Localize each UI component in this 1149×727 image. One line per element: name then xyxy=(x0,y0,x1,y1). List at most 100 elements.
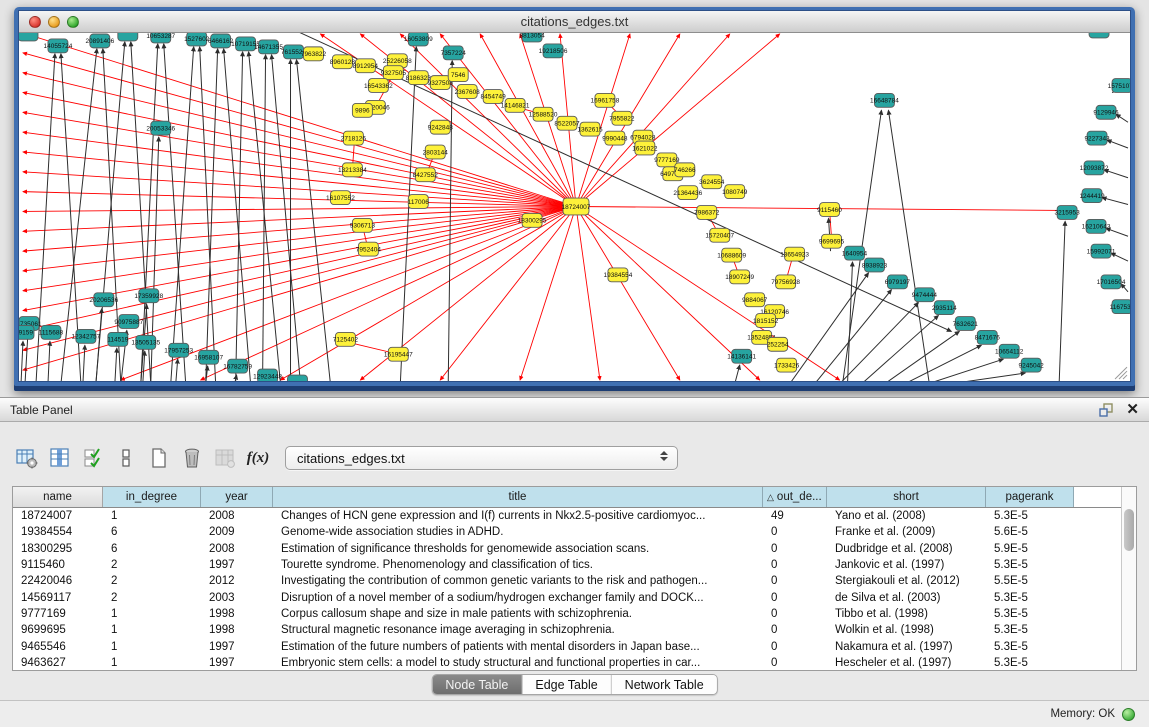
function-builder-icon[interactable]: f(x) xyxy=(245,445,271,471)
minimize-window-button[interactable] xyxy=(48,16,60,28)
close-panel-icon[interactable]: ✕ xyxy=(1126,402,1139,417)
table-cell[interactable]: Estimation of significance thresholds fo… xyxy=(273,541,763,557)
table-cell[interactable]: Corpus callosum shape and size in male p… xyxy=(273,606,763,622)
table-cell[interactable]: 5.5E-5 xyxy=(986,573,1074,589)
table-cell[interactable]: 22420046 xyxy=(13,573,103,589)
table-cell[interactable]: 1997 xyxy=(201,655,273,671)
tab-network-table[interactable]: Network Table xyxy=(612,675,717,694)
table-cell[interactable]: Franke et al. (2009) xyxy=(827,524,986,540)
table-cell[interactable]: Jankovic et al. (1997) xyxy=(827,557,986,573)
table-settings-icon[interactable] xyxy=(14,445,40,471)
close-window-button[interactable] xyxy=(29,16,41,28)
graph-edge[interactable] xyxy=(263,55,266,381)
graph-edge[interactable] xyxy=(131,42,151,381)
column-header-name[interactable]: name xyxy=(13,487,103,507)
graph-edge[interactable] xyxy=(884,331,959,381)
table-cell[interactable]: 5.3E-5 xyxy=(986,622,1074,638)
table-row[interactable]: 946362711997Embryonic stem cells: a mode… xyxy=(13,655,1136,671)
table-cell[interactable]: Structural magnetic resonance image aver… xyxy=(273,622,763,638)
table-cell[interactable]: de Silva et al. (2003) xyxy=(827,589,986,605)
table-cell[interactable]: 49 xyxy=(763,508,827,524)
graph-edge[interactable] xyxy=(23,207,576,212)
graph-edge[interactable] xyxy=(23,207,576,371)
graph-edge[interactable] xyxy=(103,49,121,381)
table-cell[interactable]: Changes of HCN gene expression and I(f) … xyxy=(273,508,763,524)
show-columns-icon[interactable] xyxy=(47,445,73,471)
table-row[interactable]: 946554611997Estimation of the future num… xyxy=(13,638,1136,654)
table-cell[interactable]: 1 xyxy=(103,655,201,671)
table-cell[interactable]: 1 xyxy=(103,638,201,654)
table-cell[interactable]: Yano et al. (2008) xyxy=(827,508,986,524)
table-cell[interactable]: 6 xyxy=(103,541,201,557)
graph-edge[interactable] xyxy=(576,207,600,381)
table-cell[interactable]: Hescheler et al. (1997) xyxy=(827,655,986,671)
memory-status-icon[interactable] xyxy=(1122,708,1135,721)
graph-edge[interactable] xyxy=(176,359,178,381)
graph-edge[interactable] xyxy=(141,44,158,381)
zoom-window-button[interactable] xyxy=(67,16,79,28)
graph-edge[interactable] xyxy=(790,273,869,381)
graph-edge[interactable] xyxy=(1059,221,1065,381)
table-cell[interactable]: 0 xyxy=(763,524,827,540)
table-cell[interactable]: 5.3E-5 xyxy=(986,655,1074,671)
table-cell[interactable]: 9699695 xyxy=(13,622,103,638)
table-cell[interactable]: 14569117 xyxy=(13,589,103,605)
column-header-in_degree[interactable]: in_degree xyxy=(103,487,201,507)
graph-node[interactable] xyxy=(118,33,138,41)
table-cell[interactable]: 5.3E-5 xyxy=(986,606,1074,622)
graph-edge[interactable] xyxy=(949,373,1025,381)
table-cell[interactable]: 2003 xyxy=(201,589,273,605)
table-cell[interactable]: Dudbridge et al. (2008) xyxy=(827,541,986,557)
table-row[interactable]: 2242004622012Investigating the contribut… xyxy=(13,573,1136,589)
table-cell[interactable]: Estimation of the future numbers of pati… xyxy=(273,638,763,654)
table-cell[interactable]: 5.3E-5 xyxy=(986,638,1074,654)
graph-edge[interactable] xyxy=(861,316,938,381)
graph-edge[interactable] xyxy=(83,345,85,381)
graph-edge[interactable] xyxy=(888,110,929,381)
column-header-out_degree[interactable]: △out_de... xyxy=(763,487,827,507)
float-window-icon[interactable] xyxy=(1099,403,1114,417)
graph-node[interactable] xyxy=(19,33,38,41)
table-cell[interactable]: 0 xyxy=(763,557,827,573)
column-header-title[interactable]: title xyxy=(273,487,763,507)
table-cell[interactable]: 0 xyxy=(763,589,827,605)
resize-grip-icon[interactable] xyxy=(1115,367,1127,379)
table-cell[interactable]: 1 xyxy=(103,622,201,638)
table-cell[interactable]: 9465546 xyxy=(13,638,103,654)
table-cell[interactable]: 9777169 xyxy=(13,606,103,622)
table-cell[interactable]: 1997 xyxy=(201,557,273,573)
table-cell[interactable]: 19384554 xyxy=(13,524,103,540)
table-cell[interactable]: 6 xyxy=(103,524,201,540)
table-cell[interactable]: Stergiakouli et al. (2012) xyxy=(827,573,986,589)
table-cell[interactable]: 9115460 xyxy=(13,557,103,573)
graph-edge[interactable] xyxy=(48,341,50,381)
table-cell[interactable]: Wolkin et al. (1998) xyxy=(827,622,986,638)
scrollbar-thumb[interactable] xyxy=(1124,509,1134,551)
column-header-year[interactable]: year xyxy=(201,487,273,507)
row-height-icon[interactable] xyxy=(113,445,139,471)
graph-edge[interactable] xyxy=(115,348,117,381)
graph-edge[interactable] xyxy=(735,365,740,381)
table-cell[interactable]: 1 xyxy=(103,508,201,524)
table-cell[interactable]: 5.3E-5 xyxy=(986,589,1074,605)
table-row[interactable]: 911546021997Tourette syndrome. Phenomeno… xyxy=(13,557,1136,573)
tab-edge-table[interactable]: Edge Table xyxy=(522,675,611,694)
graph-edge[interactable] xyxy=(281,207,576,381)
table-cell[interactable]: 2008 xyxy=(201,508,273,524)
tab-node-table[interactable]: Node Table xyxy=(432,675,522,694)
graph-edge[interactable] xyxy=(23,152,576,207)
table-cell[interactable]: 2 xyxy=(103,557,201,573)
graph-edge[interactable] xyxy=(23,132,576,206)
network-graph[interactable]: 1405572420891406106532871527602646616210… xyxy=(19,33,1130,381)
network-window-titlebar[interactable]: citations_edges.txt xyxy=(19,11,1130,33)
table-row[interactable]: 1872400712008Changes of HCN gene express… xyxy=(13,508,1136,524)
column-header-pagerank[interactable]: pagerank xyxy=(986,487,1074,507)
table-cell[interactable]: Tourette syndrome. Phenomenology and cla… xyxy=(273,557,763,573)
table-cell[interactable]: 18724007 xyxy=(13,508,103,524)
table-cell[interactable]: 1998 xyxy=(201,606,273,622)
table-cell[interactable]: 1997 xyxy=(201,638,273,654)
graph-edge[interactable] xyxy=(1107,140,1128,148)
table-cell[interactable]: 18300295 xyxy=(13,541,103,557)
graph-edge[interactable] xyxy=(21,341,23,381)
table-cell[interactable]: Disruption of a novel member of a sodium… xyxy=(273,589,763,605)
